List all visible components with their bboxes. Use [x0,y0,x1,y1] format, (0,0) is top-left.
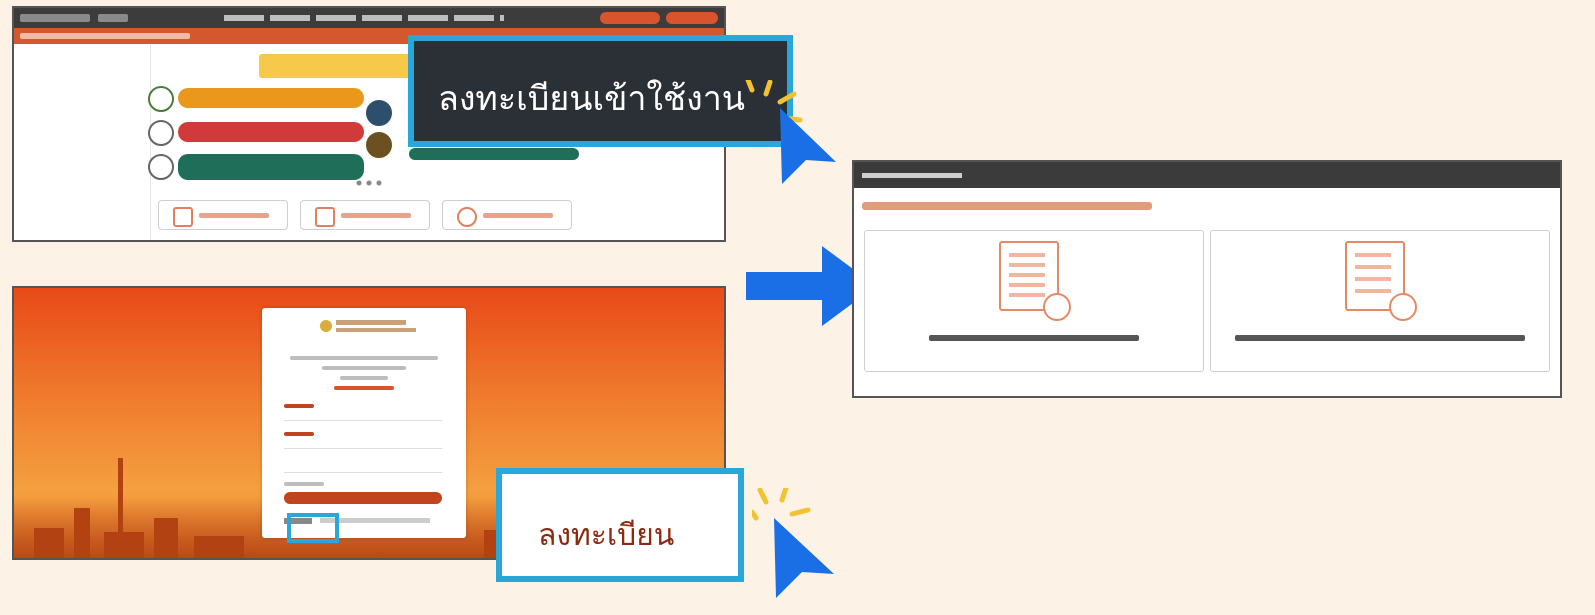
captcha-field[interactable] [284,462,442,473]
doc-line [1009,253,1045,257]
building-shape [194,536,244,558]
status-selection-title [862,173,962,178]
building-shape [154,518,178,558]
doc-line [1355,253,1391,257]
plus-badge-icon [1389,293,1417,321]
info-pill-red [178,122,364,142]
login-heading-line [290,356,438,360]
certificate-icon [173,207,193,227]
status-selection-screenshot [852,160,1562,398]
document-icon [366,132,392,158]
checklist-document-icon [999,241,1071,321]
register-link-highlight [287,513,339,543]
info-pill-orange [178,88,364,108]
agency-subname [336,328,416,332]
login-button[interactable] [666,12,718,24]
site-logo [20,14,90,22]
doc-line [1355,277,1391,281]
agency-seal-icon [320,320,332,332]
doc-line [1009,273,1045,277]
password-field[interactable] [284,438,442,449]
clipboard-icon [148,154,174,180]
login-subheading [334,386,394,390]
username-label [284,404,314,408]
register-callout-text: ลงทะเบียน [538,518,675,553]
status-selection-prompt [862,202,1152,210]
leaf-icon [148,86,174,112]
site-banner [259,54,429,78]
doc-line [1009,293,1045,297]
register-callout: ลงทะเบียน [496,468,744,582]
link-button-3-label [483,213,553,218]
option-licensed-operator-label [929,335,1139,341]
info-pill-green [178,154,364,180]
status-selection-header [854,162,1560,188]
doc-line [1355,289,1391,293]
option-new-operator-label [1235,335,1525,341]
login-heading-line [322,366,406,370]
sign-in-button[interactable] [284,492,442,504]
captcha-hint [284,482,324,486]
search-document-icon [315,207,335,227]
user-icon [457,207,477,227]
option-new-operator[interactable] [1210,230,1550,372]
site-top-navbar [14,8,724,28]
announcement-text [20,33,190,39]
link-button-1-label [199,213,269,218]
username-field[interactable] [284,410,442,421]
shield-icon [366,100,392,126]
doc-line [1355,265,1391,269]
link-button-2-label [341,213,411,218]
site-logo-secondary [98,14,128,22]
login-heading-line [340,376,388,380]
building-shape [34,528,64,558]
register-login-callout: ลงทะเบียนเข้าใช้งาน [408,35,793,147]
doc-line [1009,283,1045,287]
mouse-cursor-icon [780,108,836,184]
checklist-icon [148,120,174,146]
link-button-3[interactable] [442,200,572,230]
building-shape [104,532,144,558]
checkmark-badge-icon [1043,293,1071,321]
chimney-shape [118,458,123,558]
option-licensed-operator[interactable] [864,230,1204,372]
site-nav-menu[interactable] [224,15,504,21]
agency-name [336,320,406,325]
list-document-icon [1345,241,1417,321]
info-pill-teal [409,148,579,160]
mouse-cursor-icon [774,518,834,598]
doc-line [1009,263,1045,267]
register-login-button[interactable] [600,12,660,24]
link-button-2[interactable] [300,200,430,230]
link-button-1[interactable] [158,200,288,230]
login-card [262,308,466,538]
carousel-dots[interactable] [354,180,384,186]
register-login-callout-text: ลงทะเบียนเข้าใช้งาน [438,79,746,119]
password-label [284,432,314,436]
site-left-column [14,44,151,240]
building-shape [74,508,90,558]
